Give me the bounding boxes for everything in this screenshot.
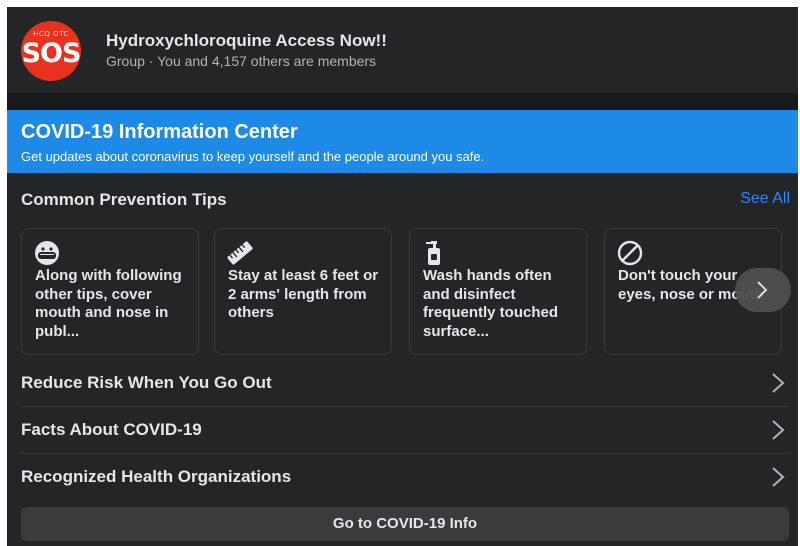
face-mask-icon [35,241,59,265]
next-tips-button[interactable] [735,268,791,312]
row-health-orgs[interactable]: Recognized Health Organizations [21,454,789,500]
banner-title: COVID-19 Information Center [21,121,298,143]
tip-text: Along with following other tips, cover m… [35,267,182,340]
go-to-covid-info-button[interactable]: Go to COVID-19 Info [21,507,789,541]
tips-title: Common Prevention Tips [21,190,227,209]
group-header: HCQ OTC SOS Hydroxychloroquine Access No… [7,7,798,93]
covid-info-card: COVID-19 Information Center Get updates … [7,110,798,546]
chevron-right-icon [757,281,768,299]
row-label: Recognized Health Organizations [21,467,292,486]
chevron-right-icon [772,373,785,393]
row-label: Reduce Risk When You Go Out [21,373,272,392]
soap-bottle-icon [426,241,440,265]
ruler-icon [227,241,253,265]
group-meta: Group · You and 4,157 others are members [106,53,377,69]
chevron-right-icon [772,467,785,487]
group-name[interactable]: Hydroxychloroquine Access Now!! [106,31,387,51]
see-all-link[interactable]: See All [740,190,790,208]
chevron-right-icon [772,420,785,440]
banner-subtitle: Get updates about coronavirus to keep yo… [21,149,485,164]
avatar-small-text: HCQ OTC [33,30,69,38]
tip-text: Wash hands often and disinfect frequentl… [423,267,559,340]
tip-card-wash[interactable]: Wash hands often and disinfect frequentl… [409,228,587,355]
row-label: Facts About COVID-19 [21,420,202,439]
tip-text: Stay at least 6 feet or 2 arms' length f… [228,267,379,321]
avatar-text: SOS [21,38,81,69]
tip-card-mask[interactable]: Along with following other tips, cover m… [21,228,199,355]
row-facts[interactable]: Facts About COVID-19 [21,407,789,454]
tip-card-distance[interactable]: Stay at least 6 feet or 2 arms' length f… [214,228,392,355]
app-frame: HCQ OTC SOS Hydroxychloroquine Access No… [7,7,798,546]
covid-banner: COVID-19 Information Center Get updates … [7,110,798,173]
no-touch-icon [617,240,643,266]
row-reduce-risk[interactable]: Reduce Risk When You Go Out [21,360,789,407]
group-avatar[interactable]: HCQ OTC SOS [21,21,81,81]
